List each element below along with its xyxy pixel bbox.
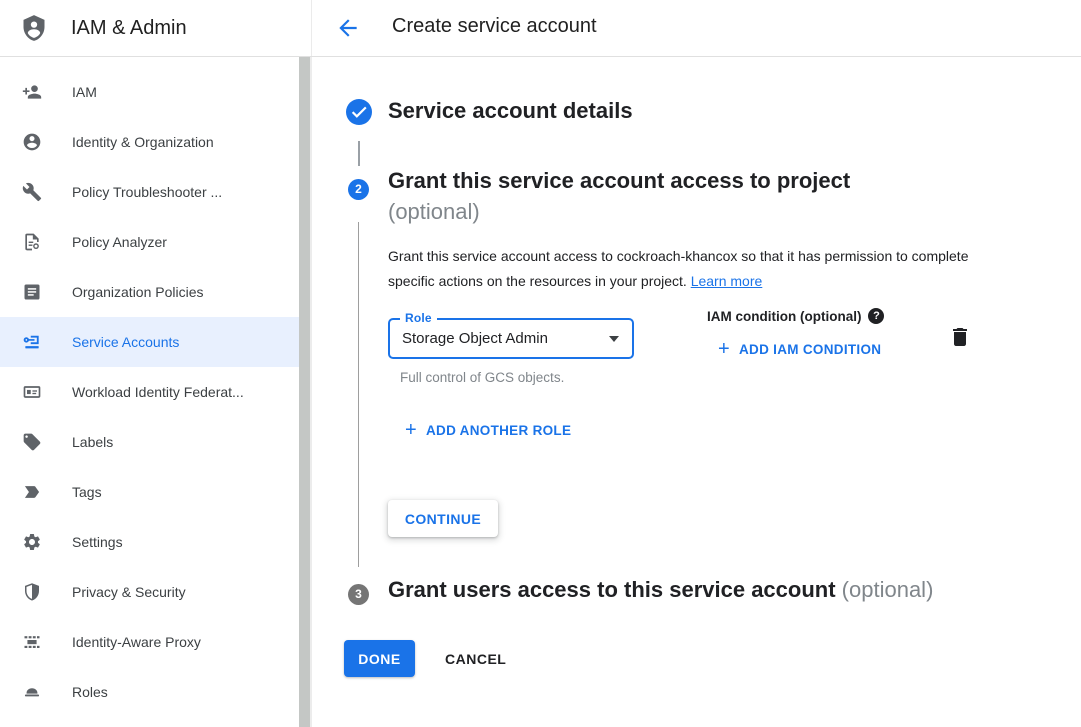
sidebar-item-label: Policy Troubleshooter ... [72, 184, 222, 200]
hat-icon [22, 682, 42, 702]
role-selected-value: Storage Object Admin [402, 320, 548, 357]
sidebar-item-policy-analyzer[interactable]: Policy Analyzer [0, 217, 299, 267]
iam-shield-icon [20, 13, 48, 43]
check-icon [346, 99, 372, 125]
sidebar-scrollbar-thumb[interactable] [299, 57, 310, 727]
sidebar-item-privacy-security[interactable]: Privacy & Security [0, 567, 299, 617]
product-header: IAM & Admin [0, 0, 312, 56]
iam-condition-header: IAM condition (optional) ? [707, 308, 884, 324]
step2-description-text: Grant this service account access to coc… [388, 248, 969, 289]
tag-arrow-icon [22, 482, 42, 502]
sidebar-item-workload-identity-federation[interactable]: Workload Identity Federat... [0, 367, 299, 417]
done-button[interactable]: DONE [344, 640, 415, 677]
sidebar-item-iam[interactable]: IAM [0, 67, 299, 117]
sidebar-item-label: Identity & Organization [72, 134, 214, 150]
sidebar-item-policy-troubleshooter[interactable]: Policy Troubleshooter ... [0, 167, 299, 217]
back-arrow-icon[interactable] [335, 15, 361, 41]
trash-icon[interactable] [948, 325, 972, 349]
sidebar-item-label: IAM [72, 84, 97, 100]
add-another-role-label: ADD ANOTHER ROLE [426, 423, 571, 438]
iam-admin-app: IAM & Admin Create service account IAM I… [0, 0, 1081, 727]
step1-title: Service account details [388, 98, 633, 124]
sidebar-item-label: Privacy & Security [72, 584, 186, 600]
sidebar-item-identity-organization[interactable]: Identity & Organization [0, 117, 299, 167]
plus-icon: + [405, 421, 417, 439]
sidebar-item-label: Tags [72, 484, 102, 500]
step2-title: Grant this service account access to pro… [388, 165, 1008, 227]
sidebar-scrollbar-track [299, 57, 312, 727]
role-select[interactable]: Role Storage Object Admin [388, 318, 634, 359]
document-lines-icon [22, 282, 42, 302]
sidebar-nav: IAM Identity & Organization Policy Troub… [0, 57, 299, 727]
step-connector-line [358, 141, 360, 166]
sidebar-item-label: Policy Analyzer [72, 234, 167, 250]
sidebar-item-identity-aware-proxy[interactable]: Identity-Aware Proxy [0, 617, 299, 667]
sidebar-item-label: Service Accounts [72, 334, 179, 350]
step2-optional-label: (optional) [388, 196, 1008, 227]
learn-more-link[interactable]: Learn more [691, 273, 763, 289]
sidebar-item-label: Roles [72, 684, 108, 700]
badge-card-icon [22, 382, 42, 402]
wrench-icon [22, 182, 42, 202]
step3-optional-label: (optional) [842, 577, 934, 602]
person-add-icon [22, 82, 42, 102]
sidebar-item-labels[interactable]: Labels [0, 417, 299, 467]
sidebar-item-organization-policies[interactable]: Organization Policies [0, 267, 299, 317]
shield-half-icon [22, 582, 42, 602]
page-title: Create service account [392, 15, 597, 38]
sidebar-item-label: Settings [72, 534, 123, 550]
sidebar-item-settings[interactable]: Settings [0, 517, 299, 567]
step2-number-badge: 2 [348, 179, 369, 200]
step3-number-badge: 3 [348, 584, 369, 605]
role-helper-text: Full control of GCS objects. [400, 370, 564, 385]
proxy-icon [22, 632, 42, 652]
add-another-role-button[interactable]: + ADD ANOTHER ROLE [405, 421, 571, 439]
label-icon [22, 432, 42, 452]
sidebar-item-label: Workload Identity Federat... [72, 384, 244, 400]
sidebar-item-tags[interactable]: Tags [0, 467, 299, 517]
step2-description: Grant this service account access to coc… [388, 244, 984, 294]
account-circle-icon [22, 132, 42, 152]
step3-title: Grant users access to this service accou… [388, 577, 933, 603]
sidebar-item-label: Organization Policies [72, 284, 204, 300]
sidebar-item-service-accounts[interactable]: Service Accounts [0, 317, 299, 367]
policy-analyzer-icon [22, 232, 42, 252]
step2-title-text: Grant this service account access to pro… [388, 168, 850, 193]
gear-icon [22, 532, 42, 552]
sidebar-item-label: Labels [72, 434, 113, 450]
help-icon[interactable]: ? [868, 308, 884, 324]
iam-condition-label: IAM condition (optional) [707, 309, 861, 324]
service-account-key-icon [22, 332, 42, 352]
chevron-down-icon [609, 336, 619, 342]
sidebar-item-label: Identity-Aware Proxy [72, 634, 201, 650]
create-service-account-panel: Service account details 2 Grant this ser… [312, 57, 1081, 727]
plus-icon: + [718, 340, 730, 358]
product-title: IAM & Admin [71, 17, 187, 40]
step3-title-text: Grant users access to this service accou… [388, 577, 836, 602]
add-iam-condition-label: ADD IAM CONDITION [739, 342, 881, 357]
continue-button[interactable]: CONTINUE [388, 500, 498, 537]
step2-vertical-rule [358, 222, 359, 567]
cancel-button[interactable]: CANCEL [445, 640, 506, 677]
add-iam-condition-button[interactable]: + ADD IAM CONDITION [718, 340, 881, 358]
sidebar-item-roles[interactable]: Roles [0, 667, 299, 717]
top-header: IAM & Admin Create service account [0, 0, 1081, 57]
